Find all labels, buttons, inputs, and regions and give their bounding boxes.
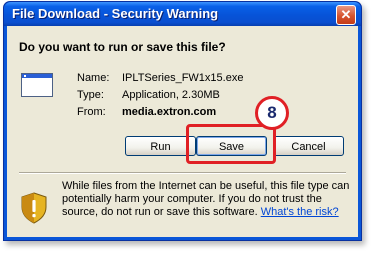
file-name-value: IPLTSeries_FW1x15.exe (122, 72, 244, 84)
file-type-value: Application, 2.30MB (122, 89, 220, 101)
dialog-body: Do you want to run or save this file? Na… (7, 26, 358, 237)
file-from-value: media.extron.com (122, 106, 217, 118)
file-type-label: Type: (77, 89, 104, 101)
file-download-dialog: File Download - Security Warning ✕ Do yo… (3, 1, 362, 241)
close-icon: ✕ (340, 7, 352, 22)
cancel-button[interactable]: Cancel (273, 136, 344, 156)
file-name-label: Name: (77, 72, 110, 84)
window-title: File Download - Security Warning (12, 6, 219, 21)
whats-the-risk-link[interactable]: What's the risk? (261, 206, 339, 218)
title-bar[interactable]: File Download - Security Warning ✕ (4, 2, 361, 26)
file-from-label: From: (77, 106, 106, 118)
close-button[interactable]: ✕ (336, 5, 356, 25)
security-shield-icon (21, 192, 47, 224)
step-number-badge: 8 (255, 96, 289, 130)
divider (19, 172, 346, 174)
save-highlight-annotation (186, 124, 276, 164)
warning-message: While files from the Internet can be use… (62, 180, 351, 219)
program-window-icon (21, 73, 53, 97)
dialog-question: Do you want to run or save this file? (19, 40, 226, 54)
